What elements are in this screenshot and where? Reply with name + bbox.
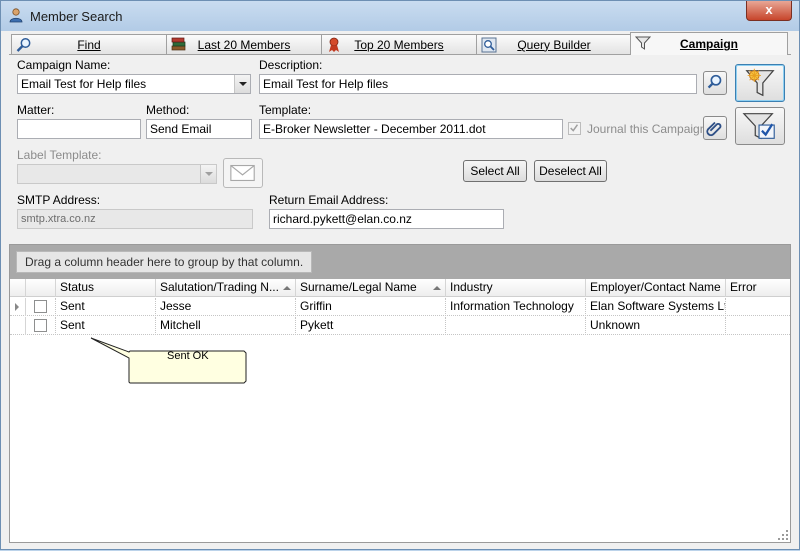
method-label: Method: [146,103,190,117]
cell-surname: Griffin [296,298,446,316]
column-header-surname[interactable]: Surname/Legal Name [296,279,446,297]
cell-error [726,298,790,316]
return-email-input[interactable]: richard.pykett@elan.co.nz [269,209,504,229]
journal-checkbox[interactable] [568,122,581,135]
search-icon [707,74,722,89]
campaign-complete-button[interactable] [735,107,785,145]
funnel-run-icon [745,68,775,97]
cell-status: Sent [56,298,156,316]
current-row-indicator-icon [10,298,26,316]
cell-salutation: Jesse [156,298,296,316]
tab-label: Last 20 Members [197,38,291,52]
attach-template-button[interactable] [703,116,727,140]
resize-grip-icon[interactable] [777,529,789,541]
method-input[interactable]: Send Email [146,119,252,139]
funnel-check-icon [742,113,775,140]
envelope-icon [230,164,255,182]
column-header-salutation[interactable]: Salutation/Trading N... [156,279,296,297]
row-select-cell [26,298,56,316]
group-by-panel[interactable]: Drag a column header here to group by th… [10,245,790,279]
table-row[interactable]: Sent Jesse Griffin Information Technolog… [10,298,790,316]
return-email-label: Return Email Address: [269,193,389,207]
column-header-label: Salutation/Trading N... [160,280,279,294]
column-header-label: Surname/Legal Name [300,280,417,294]
tab-label: Campaign [679,37,738,51]
close-button[interactable]: x [746,1,792,21]
tab-strip: Find Last 20 Members Top 20 Members Quer… [9,32,791,55]
row-indicator [10,317,26,335]
column-header-industry[interactable]: Industry [446,279,586,297]
tab-label: Top 20 Members [354,38,444,52]
label-template-combo[interactable] [17,164,217,184]
cell-industry: Information Technology [446,298,586,316]
row-indicator-header [10,279,26,297]
cell-industry [446,317,586,335]
cell-surname: Pykett [296,317,446,335]
matter-input[interactable] [17,119,141,139]
search-campaign-button[interactable] [703,71,727,95]
chevron-down-icon[interactable] [200,165,216,183]
paperclip-icon [706,121,722,137]
member-search-window: Member Search x Find Last 20 Members Top… [0,0,800,550]
campaign-name-label: Campaign Name: [17,58,111,72]
select-column-header[interactable] [26,279,56,297]
column-header-status[interactable]: Status [56,279,156,297]
campaign-name-value: Email Test for Help files [21,77,147,91]
title-bar[interactable]: Member Search x [1,1,799,31]
tab-label: Query Builder [517,38,591,52]
tab-top-20-members[interactable]: Top 20 Members [321,34,477,54]
row-checkbox[interactable] [34,319,47,332]
description-input[interactable]: Email Test for Help files [259,74,697,94]
journal-label: Journal this Campaign [587,122,707,136]
description-label: Description: [259,58,323,72]
cell-status: Sent [56,317,156,335]
row-checkbox[interactable] [34,300,47,313]
cell-employer: Elan Software Systems Ltd [586,298,726,316]
table-row[interactable]: Sent Mitchell Pykett Unknown [10,317,790,335]
tooltip-text: Sent OK [167,350,209,362]
select-all-button[interactable]: Select All [463,160,527,182]
chevron-down-icon[interactable] [234,75,250,93]
matter-label: Matter: [17,103,55,117]
results-grid: Drag a column header here to group by th… [9,244,791,543]
cell-error [726,317,790,335]
cell-employer: Unknown [586,317,726,335]
sort-ascending-icon [283,286,291,290]
envelope-button[interactable] [223,158,263,188]
template-label: Template: [259,103,312,117]
smtp-address-input[interactable]: smtp.xtra.co.nz [17,209,253,229]
tab-campaign[interactable]: Campaign [630,32,788,55]
smtp-address-label: SMTP Address: [17,193,101,207]
deselect-all-button[interactable]: Deselect All [534,160,607,182]
client-area: Find Last 20 Members Top 20 Members Quer… [9,31,791,543]
window-title: Member Search [30,9,123,24]
tab-query-builder[interactable]: Query Builder [476,34,632,54]
grid-header: Status Salutation/Trading N... Surname/L… [10,279,790,297]
tab-label: Find [77,38,101,52]
column-header-error[interactable]: Error [726,279,790,297]
group-by-hint: Drag a column header here to group by th… [16,251,313,273]
label-template-label: Label Template: [17,148,102,162]
run-campaign-button[interactable] [735,64,785,102]
sort-ascending-icon [433,286,441,290]
tab-find[interactable]: Find [11,34,167,54]
cell-salutation: Mitchell [156,317,296,335]
checkmark-icon [570,124,579,132]
tab-last-20-members[interactable]: Last 20 Members [166,34,322,54]
member-search-icon [9,8,23,23]
column-header-employer[interactable]: Employer/Contact Name [586,279,726,297]
row-select-cell [26,317,56,335]
campaign-name-combo[interactable]: Email Test for Help files [17,74,251,94]
template-input[interactable]: E-Broker Newsletter - December 2011.dot [259,119,563,139]
